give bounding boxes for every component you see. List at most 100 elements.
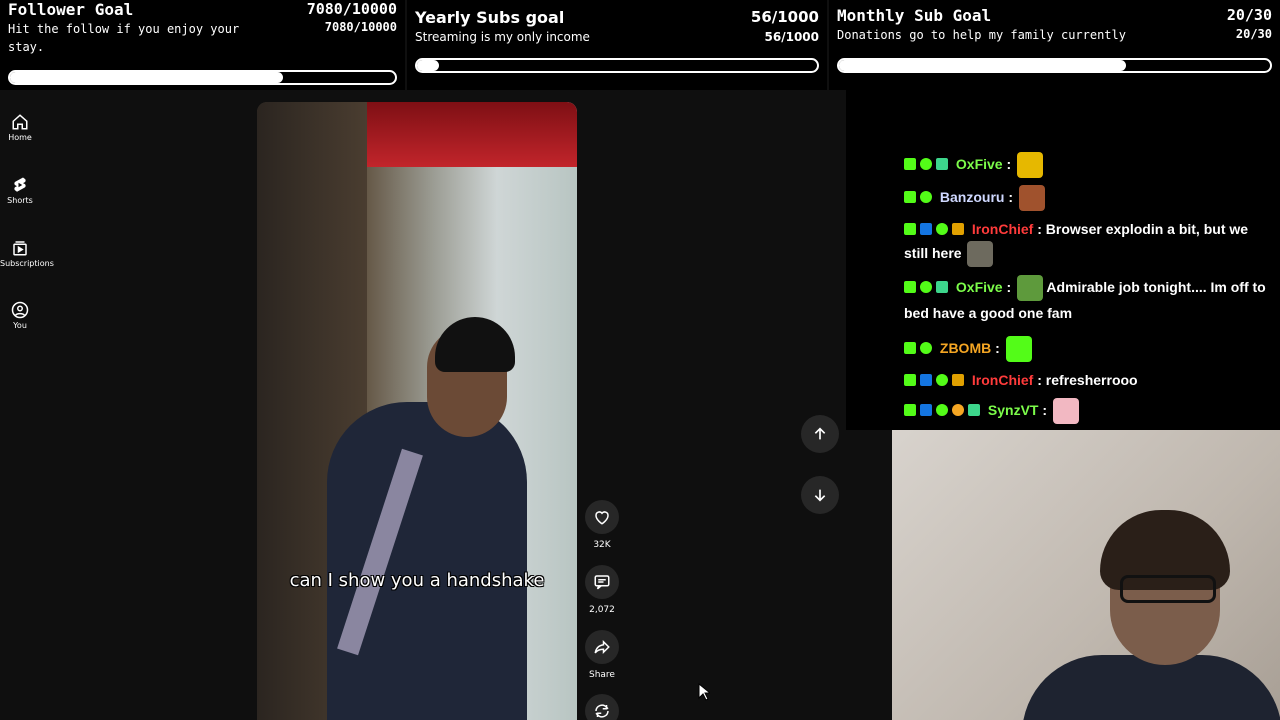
chat-username: ZBOMB xyxy=(939,340,992,356)
chat-message: OxFive : xyxy=(904,152,1274,179)
kick-badge-icon xyxy=(904,223,916,235)
sidebar-item-label: Home xyxy=(8,133,32,142)
chat-overlay: OxFive : Banzouru : IronChief : Browser … xyxy=(846,90,1280,430)
subscriber-badge-icon xyxy=(920,404,932,416)
chat-message: Banzouru : xyxy=(904,185,1274,212)
verified-badge-icon xyxy=(920,342,932,354)
gift-badge-icon xyxy=(968,404,980,416)
user-icon xyxy=(11,301,29,319)
verified-badge-icon xyxy=(936,404,948,416)
kick-badge-icon xyxy=(904,158,916,170)
gift-badge-icon xyxy=(936,158,948,170)
goal-progress-bar xyxy=(415,58,819,73)
comment-icon xyxy=(594,575,610,590)
goal-count-small: 20/30 xyxy=(1235,27,1272,41)
like-action: 32K xyxy=(585,500,619,550)
emote-axolotl-icon xyxy=(1052,398,1079,425)
remix-button[interactable] xyxy=(585,694,619,720)
goal-count: 7080/10000 xyxy=(306,0,397,18)
goal-progress-bar xyxy=(837,58,1272,73)
sidebar-item-label: Subscriptions xyxy=(0,259,54,268)
emote-kick-icon xyxy=(1005,336,1032,363)
sidebar-item-shorts[interactable]: Shorts xyxy=(0,176,40,205)
mouse-cursor-icon xyxy=(698,683,710,701)
video-background-awning xyxy=(367,102,577,167)
shorts-icon xyxy=(14,177,26,192)
kick-badge-icon xyxy=(904,342,916,354)
next-video-button[interactable] xyxy=(801,476,839,514)
subscriptions-icon xyxy=(13,241,27,256)
verified-badge-icon xyxy=(936,223,948,235)
comment-action: 2,072 xyxy=(585,565,619,615)
chat-username: OxFive xyxy=(955,156,1003,172)
goal-count-small: 7080/10000 xyxy=(324,20,397,34)
gift-badge-icon xyxy=(936,281,948,293)
video-person-turban xyxy=(435,317,515,372)
heart-icon xyxy=(595,511,609,525)
goal-progress-fill xyxy=(10,72,283,83)
sidebar-item-label: Shorts xyxy=(7,196,33,205)
video-caption: can I show you a handshake xyxy=(289,570,545,591)
arrow-up-icon xyxy=(814,427,826,440)
goal-title: Follower Goal xyxy=(8,0,134,19)
chat-username: SynzVT xyxy=(987,402,1039,418)
subscriber-badge-icon xyxy=(920,374,932,386)
verified-badge-icon xyxy=(936,374,948,386)
verified-badge-icon xyxy=(920,281,932,293)
goal-count: 56/1000 xyxy=(750,8,819,26)
previous-video-button[interactable] xyxy=(801,415,839,453)
goal-description: Streaming is my only income xyxy=(415,30,590,44)
share-action: Share xyxy=(585,630,619,680)
chat-message: OxFive : Admirable job tonight.... Im of… xyxy=(904,275,1274,325)
chat-message: ZBOMB : xyxy=(904,336,1274,363)
verified-badge-icon xyxy=(920,158,932,170)
verified-badge-icon xyxy=(920,191,932,203)
monthly-sub-goal-widget: Monthly Sub Goal 20/30 Donations go to h… xyxy=(829,0,1280,90)
share-icon xyxy=(594,639,610,655)
chat-username: Banzouru xyxy=(939,189,1005,205)
follower-goal-widget: Follower Goal 7080/10000 Hit the follow … xyxy=(0,0,405,90)
like-count: 32K xyxy=(593,540,611,550)
emote-w-icon xyxy=(1017,152,1044,179)
kick-badge-icon xyxy=(904,191,916,203)
sidebar-item-you[interactable]: You xyxy=(0,301,40,330)
comments-button[interactable] xyxy=(585,565,619,599)
goal-count-small: 56/1000 xyxy=(764,30,819,44)
webcam-person-glasses xyxy=(1120,575,1216,603)
goal-progress-bar xyxy=(8,70,397,85)
crown-badge-icon xyxy=(952,223,964,235)
sidebar-item-home[interactable]: Home xyxy=(0,113,40,142)
arrow-down-icon xyxy=(814,489,826,502)
chat-text: refresherrooo xyxy=(1045,372,1138,388)
remix-icon xyxy=(595,704,609,718)
kick-badge-icon xyxy=(904,404,916,416)
webcam-overlay xyxy=(892,430,1280,720)
kick-badge-icon xyxy=(904,374,916,386)
video-person xyxy=(327,402,527,720)
share-label: Share xyxy=(589,670,615,680)
home-icon xyxy=(12,114,28,130)
goal-progress-fill xyxy=(839,60,1127,71)
chat-message: SynzVT : xyxy=(904,398,1274,425)
goal-progress-fill xyxy=(417,60,440,71)
sidebar-item-label: You xyxy=(13,321,27,330)
chat-username: IronChief xyxy=(971,221,1034,237)
remix-action xyxy=(585,694,619,720)
short-video-player[interactable]: can I show you a handshake xyxy=(257,102,577,720)
one-badge-icon xyxy=(952,404,964,416)
webcam-person-shirt xyxy=(1022,655,1280,720)
chat-message: IronChief : Browser explodin a bit, but … xyxy=(904,217,1274,268)
comment-count: 2,072 xyxy=(589,605,615,615)
goal-description: Donations go to help my family currently xyxy=(837,28,1126,42)
kick-badge-icon xyxy=(904,281,916,293)
like-button[interactable] xyxy=(585,500,619,534)
share-button[interactable] xyxy=(585,630,619,664)
goal-count: 20/30 xyxy=(1226,6,1272,24)
goal-description: Hit the follow if you enjoy your stay. xyxy=(8,22,240,54)
emote-frog-icon xyxy=(1017,275,1044,302)
goal-title: Monthly Sub Goal xyxy=(837,6,992,25)
chat-username: IronChief xyxy=(971,372,1034,388)
subscriber-badge-icon xyxy=(920,223,932,235)
sidebar-item-subscriptions[interactable]: Subscriptions xyxy=(0,239,54,268)
goal-title: Yearly Subs goal xyxy=(415,8,565,27)
